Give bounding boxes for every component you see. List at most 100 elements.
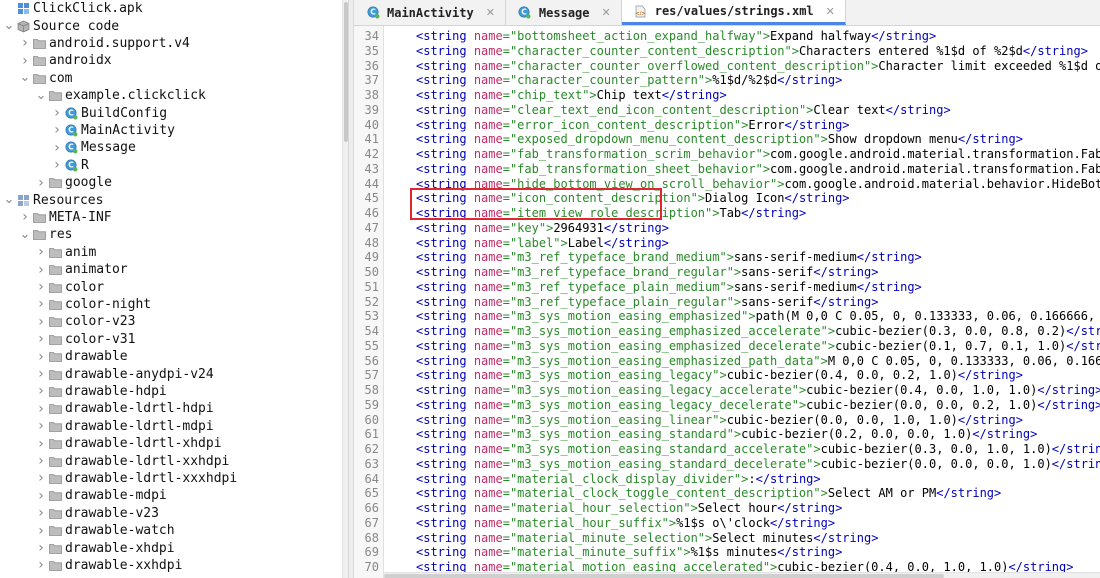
tree-item[interactable]: › drawable-anydpi-v24 [0,365,214,382]
code-line[interactable]: <string name="key">2964931</string> [416,221,669,236]
tree-item[interactable]: › color-v31 [0,331,135,348]
tree-item[interactable]: › androidx [0,52,111,69]
code-line[interactable]: <string name="m3_sys_motion_easing_empha… [416,324,1100,339]
code-line[interactable]: <string name="clear_text_end_icon_conten… [416,103,951,118]
chevron-right-icon[interactable]: › [34,470,48,486]
tree-item[interactable]: › drawable-ldrtl-xxhdpi [0,452,229,469]
tree-item[interactable]: › C R [0,157,89,174]
code-line[interactable]: <string name="m3_ref_typeface_brand_regu… [416,265,878,280]
chevron-right-icon[interactable]: › [50,140,64,156]
code-line[interactable]: <string name="m3_sys_motion_easing_legac… [416,398,1100,413]
tree-item[interactable]: ⌄ Resources [0,191,104,208]
tree-item[interactable]: › drawable-xxhdpi [0,557,182,574]
code-line[interactable]: <string name="character_counter_overflow… [416,59,1100,74]
chevron-right-icon[interactable]: › [34,349,48,365]
chevron-right-icon[interactable]: › [18,53,32,69]
code-line[interactable]: <string name="fab_transformation_sheet_b… [416,162,1100,177]
tree-item[interactable]: › drawable-mdpi [0,487,167,504]
code-line[interactable]: <string name="material_hour_selection">S… [416,501,842,516]
code-line[interactable]: <string name="material_hour_suffix">%1$s… [416,516,835,531]
chevron-right-icon[interactable]: › [34,366,48,382]
chevron-right-icon[interactable]: › [34,262,48,278]
chevron-right-icon[interactable]: › [50,157,64,173]
chevron-right-icon[interactable]: › [34,418,48,434]
chevron-right-icon[interactable]: › [34,383,48,399]
chevron-right-icon[interactable]: › [34,401,48,417]
code-line[interactable]: <string name="material_minute_suffix">%1… [416,545,842,560]
code-line[interactable]: <string name="icon_content_description">… [416,191,850,206]
code-line[interactable]: <string name="m3_sys_motion_easing_empha… [416,354,1100,369]
tree-item[interactable]: › color-v23 [0,313,135,330]
code-line[interactable]: <string name="material_minute_selection"… [416,531,878,546]
tree-item[interactable]: › drawable-v23 [0,505,159,522]
code-line[interactable]: <string name="fab_transformation_scrim_b… [416,147,1100,162]
editor-tab[interactable]: C MainActivity ✕ [354,0,506,25]
editor-tab[interactable]: C Message ✕ [506,0,622,25]
code-line[interactable]: <string name="m3_ref_typeface_plain_regu… [416,295,878,310]
tree-item[interactable]: ⌄ com [0,70,73,87]
chevron-down-icon[interactable]: ⌄ [34,89,48,102]
tree-item[interactable]: › color [0,278,104,295]
code-line[interactable]: <string name="m3_sys_motion_easing_legac… [416,383,1100,398]
tree-item[interactable]: › drawable-ldrtl-xxxhdpi [0,470,237,487]
chevron-right-icon[interactable]: › [34,331,48,347]
code-line[interactable]: <string name="m3_sys_motion_easing_empha… [416,309,1100,324]
horizontal-scrollbar-thumb[interactable] [384,574,944,578]
close-icon[interactable]: ✕ [602,6,611,19]
tree-item[interactable]: › drawable-watch [0,522,174,539]
code-line[interactable]: <string name="hide_bottom_view_on_scroll… [416,177,1100,192]
tree-item[interactable]: › drawable [0,348,127,365]
close-icon[interactable]: ✕ [486,6,495,19]
editor-horizontal-scrollbar[interactable] [384,572,1100,578]
code-line[interactable]: <string name="material_clock_display_div… [416,472,821,487]
tree-item[interactable]: ⌄ Source code [0,17,120,34]
chevron-right-icon[interactable]: › [34,279,48,295]
chevron-right-icon[interactable]: › [34,244,48,260]
code-line[interactable]: <string name="bottomsheet_action_expand_… [416,29,936,44]
tree-item[interactable]: › C BuildConfig [0,104,167,121]
tree-item[interactable]: › C MainActivity [0,122,175,139]
code-line[interactable]: <string name="m3_ref_typeface_brand_medi… [416,250,922,265]
tree-item[interactable]: › animator [0,261,127,278]
tree-item[interactable]: ⌄ res [0,226,73,243]
chevron-right-icon[interactable]: › [50,105,64,121]
chevron-right-icon[interactable]: › [18,209,32,225]
chevron-down-icon[interactable]: ⌄ [18,228,32,241]
code-line[interactable]: <string name="exposed_dropdown_menu_cont… [416,132,1023,147]
chevron-right-icon[interactable]: › [50,122,64,138]
chevron-right-icon[interactable]: › [18,35,32,51]
tree-item[interactable]: › drawable-ldrtl-hdpi [0,400,214,417]
editor-tab[interactable]: </> res/values/strings.xml ✕ [621,0,846,25]
tree-item[interactable]: › drawable-ldrtl-mdpi [0,418,214,435]
tree-item[interactable]: ClickClick.apk [0,0,143,17]
code-line[interactable]: <string name="character_counter_pattern"… [416,73,842,88]
code-line[interactable]: <string name="m3_sys_motion_easing_stand… [416,457,1100,472]
code-line[interactable]: <string name="m3_sys_motion_easing_stand… [416,442,1100,457]
code-line[interactable]: <string name="material_motion_easing_acc… [416,560,1073,572]
tree-item[interactable]: › android.support.v4 [0,35,190,52]
code-line[interactable]: <string name="m3_sys_motion_easing_stand… [416,427,1037,442]
tree-item[interactable]: › META-INF [0,209,111,226]
chevron-down-icon[interactable]: ⌄ [18,71,32,84]
chevron-right-icon[interactable]: › [34,314,48,330]
tree-item[interactable]: › drawable-hdpi [0,383,167,400]
tree-item[interactable]: › anim [0,244,96,261]
chevron-right-icon[interactable]: › [34,453,48,469]
code-line[interactable]: <string name="error_icon_content_descrip… [416,118,850,133]
code-line[interactable]: <string name="m3_sys_motion_easing_linea… [416,413,1023,428]
code-line[interactable]: <string name="item_view_role_description… [416,206,806,221]
code-line[interactable]: <string name="m3_ref_typeface_plain_medi… [416,280,922,295]
tree-item[interactable]: › google [0,174,112,191]
tree-item[interactable]: › drawable-xhdpi [0,539,174,556]
code-line[interactable]: <string name="chip_text">Chip text</stri… [416,88,727,103]
tree-item[interactable]: › drawable-ldrtl-xhdpi [0,435,221,452]
chevron-right-icon[interactable]: › [34,505,48,521]
code-line[interactable]: <string name="m3_sys_motion_easing_empha… [416,339,1100,354]
code-editor[interactable]: <string name="bottomsheet_action_expand_… [384,26,1100,572]
chevron-right-icon[interactable]: › [34,296,48,312]
chevron-right-icon[interactable]: › [34,523,48,539]
chevron-right-icon[interactable]: › [34,175,48,191]
chevron-down-icon[interactable]: ⌄ [2,19,16,32]
tree-item[interactable]: ⌄ example.clickclick [0,87,206,104]
project-tree[interactable]: ClickClick.apk ⌄ Source code › android.suppo… [0,0,342,578]
